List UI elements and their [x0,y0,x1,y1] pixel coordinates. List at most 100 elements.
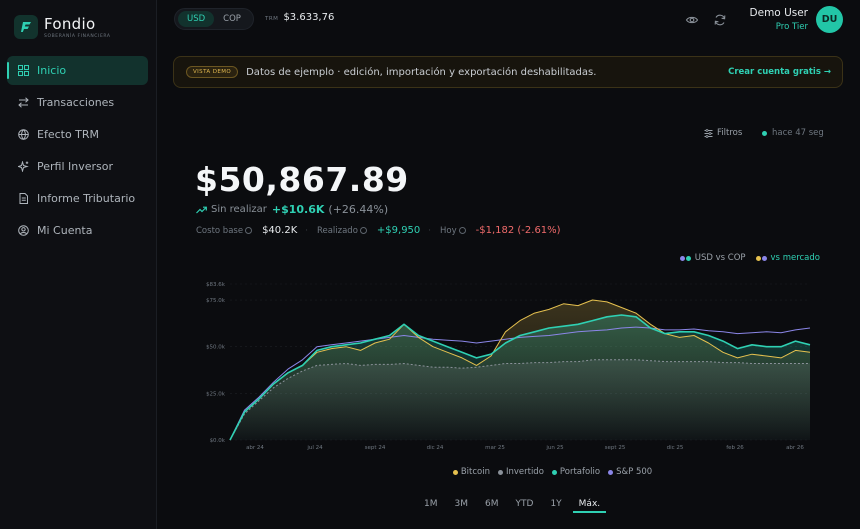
x-tick-label: mar 25 [485,445,505,451]
grid-icon [18,65,37,76]
create-account-link[interactable]: Crear cuenta gratis → [728,67,831,77]
legend-label: S&P 500 [616,467,653,477]
cost-basis-label: Costo base [196,225,244,236]
y-tick-label: $0.0k [210,438,226,444]
sidebar-item-label: Perfil Inversor [37,160,114,173]
sidebar: Fondio SOBERANÍA FINANCIERA Inicio Transa… [0,0,157,529]
legend-dot-icon [551,469,557,475]
x-tick-label: dic 25 [667,445,684,451]
live-dot-icon [762,130,767,136]
sidebar-item-label: Inicio [37,64,67,77]
demo-badge: VISTA DEMO [186,66,239,78]
x-tick-label: sept 25 [605,445,626,451]
separator-dot: · [428,225,431,236]
sidebar-item-perfil-inversor[interactable]: Perfil Inversor [7,152,148,181]
legend-dot-icon [608,469,614,475]
last-updated: hace 47 seg [762,128,824,138]
trm-value: $3.633,76 [283,12,335,23]
legend-label: Portafolio [559,467,601,477]
demo-banner-text: Datos de ejemplo · edición, importación … [246,66,597,78]
range-tab[interactable]: 6M [479,497,505,513]
portfolio-total-value: $50,867.89 [195,160,409,199]
sidebar-item-label: Informe Tributario [37,192,136,205]
series-area-invertido [230,359,810,440]
trm-rate: TRM $3.633,76 [265,12,334,23]
legend-item[interactable]: Portafolio [551,467,601,477]
document-icon [18,193,37,204]
x-tick-label: jul 24 [306,445,323,451]
unrealized-label: Sin realizar [211,204,267,215]
brand-name: Fondio [44,14,96,33]
chart-legend: Bitcoin Invertido Portafolio S&P 500 [0,467,860,477]
user-name: Demo User [749,7,808,19]
sidebar-item-transacciones[interactable]: Transacciones [7,88,148,117]
y-tick-label: $50.0k [206,345,226,351]
info-icon[interactable] [245,227,253,234]
filters-label: Filtros [717,128,743,138]
demo-banner: VISTA DEMO Datos de ejemplo · edición, i… [173,56,843,88]
chart-toggles: USD vs COP vs mercado [670,253,820,263]
realized-value: +$9,950 [376,225,421,236]
x-tick-label: abr 24 [246,445,264,451]
today-label: Hoy [439,225,457,236]
sidebar-item-efecto-trm[interactable]: Efecto TRM [7,120,148,149]
fondio-logo-icon [14,15,38,39]
eye-icon[interactable] [685,12,699,26]
trend-up-icon [196,206,207,213]
unrealized-gain: Sin realizar +$10.6K (+26.44%) [196,203,388,216]
legend-label: Bitcoin [460,467,490,477]
trm-label: TRM [265,16,279,22]
user-info[interactable]: Demo User Pro Tier [750,7,808,32]
vs-market-toggle[interactable]: vs mercado [755,253,820,263]
portfolio-chart[interactable]: $0.0k $25.0k $50.0k $75.0k $83.6k abr 24 jul 2… [195,278,825,453]
brand-tagline: SOBERANÍA FINANCIERA [44,33,111,39]
y-tick-label: $75.0k [206,298,226,304]
realized-label: Realizado [316,225,358,236]
unrealized-value: +$10.6K [271,203,325,216]
filter-icon [704,128,713,138]
x-tick-label: jun 25 [545,445,564,451]
sidebar-item-label: Efecto TRM [37,128,100,141]
brand-logo[interactable]: Fondio SOBERANÍA FINANCIERA [14,15,111,39]
y-tick-label: $83.6k [206,282,226,288]
topbar: USD COP TRM $3.633,76 Demo User Pro Tier… [157,0,860,40]
range-tab[interactable]: YTD [510,497,540,513]
sidebar-item-mi-cuenta[interactable]: Mi Cuenta [7,216,148,245]
currency-usd-button[interactable]: USD [178,11,215,27]
range-tab[interactable]: Máx. [572,497,607,513]
cost-basis-value: $40.2K [262,225,298,236]
user-circle-icon [18,225,37,236]
legend-item[interactable]: Invertido [497,467,544,477]
info-icon[interactable] [359,227,367,234]
sparkle-icon [18,161,37,172]
x-tick-label: sept 24 [365,445,386,451]
sidebar-nav: Inicio Transacciones Efecto TRM Perfil Inve… [7,56,148,248]
sidebar-item-informe-tributario[interactable]: Informe Tributario [7,184,148,213]
separator-dot: · [305,225,308,236]
unrealized-percent: (+26.44%) [328,203,389,216]
usd-vs-cop-toggle[interactable]: USD vs COP [679,253,746,263]
x-tick-label: feb 26 [726,445,744,451]
sidebar-item-inicio[interactable]: Inicio [7,56,148,85]
summary-stats: Costo base $40.2K · Realizado +$9,950 · … [196,225,569,236]
globe-icon [18,129,37,140]
legend-dot-icon [497,469,503,475]
sidebar-item-label: Mi Cuenta [37,224,93,237]
currency-cop-button[interactable]: COP [214,11,250,27]
refresh-icon[interactable] [713,12,727,26]
legend-label: Invertido [505,467,544,477]
time-range-selector: 1M 3M 6M YTD 1Y Máx. [418,497,611,513]
user-tier: Pro Tier [775,22,808,32]
arrows-icon [18,97,37,108]
today-value: -$1,182 (-2.61%) [475,225,561,236]
avatar[interactable]: DU [816,6,843,33]
info-icon[interactable] [458,227,466,234]
legend-item[interactable]: S&P 500 [608,467,652,477]
legend-item[interactable]: Bitcoin [452,467,490,477]
range-tab[interactable]: 3M [449,497,475,513]
filters-button[interactable]: Filtros [704,128,742,138]
range-tab[interactable]: 1M [418,497,444,513]
range-tab[interactable]: 1Y [544,497,567,513]
x-tick-label: abr 26 [786,445,804,451]
last-updated-text: hace 47 seg [772,128,824,138]
